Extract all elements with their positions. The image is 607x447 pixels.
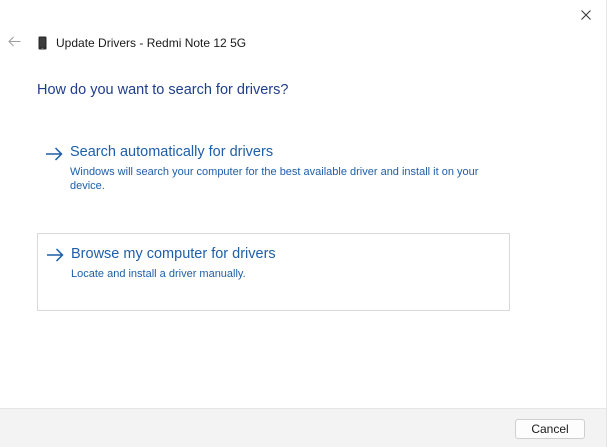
phone-icon: [38, 36, 47, 50]
browse-computer-option[interactable]: Browse my computer for drivers Locate an…: [37, 233, 510, 311]
update-drivers-window: Update Drivers - Redmi Note 12 5G How do…: [0, 0, 607, 447]
back-button[interactable]: [4, 30, 24, 52]
window-title-row: Update Drivers - Redmi Note 12 5G: [38, 34, 246, 52]
close-button[interactable]: [566, 0, 606, 30]
window-title: Update Drivers - Redmi Note 12 5G: [56, 36, 247, 50]
page-heading: How do you want to search for drivers?: [37, 82, 289, 98]
arrow-right-icon: [46, 147, 63, 161]
dialog-footer: Cancel: [0, 408, 606, 447]
arrow-right-icon: [47, 248, 64, 262]
browse-computer-title: Browse my computer for drivers: [71, 246, 276, 262]
search-automatically-description: Windows will search your computer for th…: [70, 166, 479, 192]
back-arrow-icon: [7, 36, 20, 46]
cancel-button[interactable]: Cancel: [515, 419, 585, 439]
browse-computer-description: Locate and install a driver manually.: [71, 268, 246, 280]
search-automatically-title: Search automatically for drivers: [70, 144, 274, 160]
search-automatically-option[interactable]: Search automatically for drivers Windows…: [37, 133, 510, 211]
close-icon: [581, 10, 591, 20]
